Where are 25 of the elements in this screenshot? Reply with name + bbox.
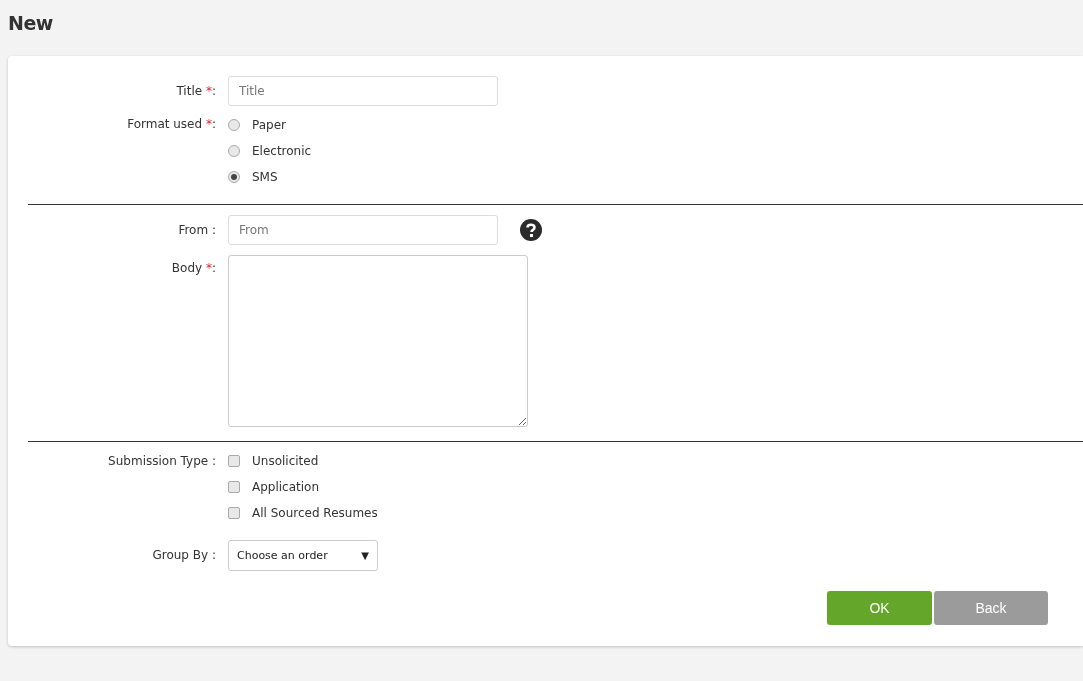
checkbox[interactable] xyxy=(228,507,240,519)
checkbox[interactable] xyxy=(228,481,240,493)
field-label: Title *: xyxy=(175,83,216,98)
option-label: SMS xyxy=(252,170,278,184)
radio-button[interactable] xyxy=(228,145,240,157)
field-label: Group By : xyxy=(151,547,216,562)
from-input[interactable]: From xyxy=(228,215,498,245)
field-label: Body *: xyxy=(170,260,216,275)
option-label: Unsolicited xyxy=(252,454,319,468)
field-label: Format used *: xyxy=(126,116,216,131)
option-label: Application xyxy=(252,480,320,494)
title-input[interactable]: Title xyxy=(228,76,498,106)
option-label: All Sourced Resumes xyxy=(252,506,378,520)
field-label: Submission Type : xyxy=(107,453,216,468)
option-label: Electronic xyxy=(252,144,312,158)
field-label: From : xyxy=(177,222,216,237)
help-icon[interactable] xyxy=(520,219,542,241)
group-by-select[interactable]: Choose an order ▼ xyxy=(228,540,378,571)
option-label: Paper xyxy=(252,118,286,132)
page-title: New xyxy=(8,12,54,34)
checkbox[interactable] xyxy=(228,455,240,467)
radio-button[interactable] xyxy=(228,171,240,183)
back-button[interactable]: Back xyxy=(934,591,1048,625)
radio-button[interactable] xyxy=(228,119,240,131)
ok-button[interactable]: OK xyxy=(827,591,932,625)
